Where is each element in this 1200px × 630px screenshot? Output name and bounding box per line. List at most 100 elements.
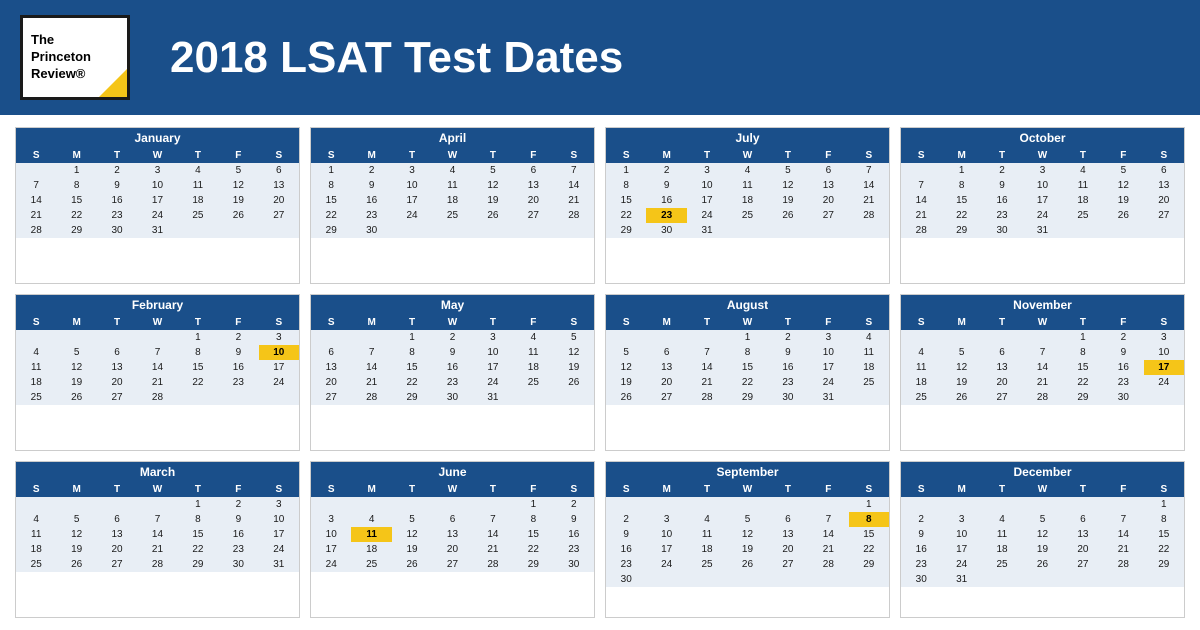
day-cell: 28 (351, 390, 391, 405)
day-cell: 17 (392, 193, 432, 208)
day-header-label: F (808, 482, 848, 497)
day-cell: 29 (941, 223, 981, 238)
day-headers-row: SMTWTFS (901, 482, 1184, 497)
day-cell: 20 (646, 375, 686, 390)
day-cell: 7 (137, 512, 177, 527)
day-cell: 7 (901, 178, 941, 193)
day-cell: 26 (1022, 557, 1062, 572)
day-cell (392, 223, 432, 238)
day-header-label: S (16, 482, 56, 497)
day-header-label: T (473, 315, 513, 330)
day-cell: 10 (808, 345, 848, 360)
day-header-label: S (16, 148, 56, 163)
calendar-december: DecemberSMTWTFS1234567891011121314151617… (900, 461, 1185, 618)
day-cell: 18 (901, 375, 941, 390)
day-cell: 7 (351, 345, 391, 360)
day-cell (727, 572, 767, 587)
day-cell (218, 223, 258, 238)
day-cell: 23 (97, 208, 137, 223)
day-cell: 1 (849, 497, 889, 512)
day-cell: 19 (56, 375, 96, 390)
day-cell (473, 223, 513, 238)
day-cell (1103, 223, 1143, 238)
calendar-february: FebruarySMTWTFS1234567891011121314151617… (15, 294, 300, 451)
day-cell: 28 (473, 557, 513, 572)
day-cell: 11 (16, 527, 56, 542)
day-header-label: T (982, 148, 1022, 163)
day-cell: 24 (137, 208, 177, 223)
day-cell: 23 (218, 542, 258, 557)
day-cell: 10 (137, 178, 177, 193)
day-cell: 10 (392, 178, 432, 193)
day-cell (808, 497, 848, 512)
day-cell (687, 572, 727, 587)
day-cell: 17 (259, 360, 299, 375)
day-cell: 13 (808, 178, 848, 193)
day-cell: 24 (473, 375, 513, 390)
day-header-label: S (1144, 315, 1184, 330)
day-cell: 7 (687, 345, 727, 360)
day-cell (178, 390, 218, 405)
day-cell: 31 (137, 223, 177, 238)
day-cell: 12 (56, 360, 96, 375)
day-cell: 4 (901, 345, 941, 360)
day-cell: 12 (941, 360, 981, 375)
day-cell: 21 (137, 375, 177, 390)
day-cell (808, 223, 848, 238)
day-headers-row: SMTWTFS (606, 148, 889, 163)
day-cell: 28 (16, 223, 56, 238)
day-cell: 22 (392, 375, 432, 390)
day-cell: 6 (768, 512, 808, 527)
day-cell: 9 (1103, 345, 1143, 360)
day-cell (606, 497, 646, 512)
day-cell: 19 (1103, 193, 1143, 208)
days-grid: 1234567891011121314151617181920212223242… (606, 497, 889, 587)
day-cell: 20 (513, 193, 553, 208)
day-cell: 4 (849, 330, 889, 345)
day-cell: 9 (768, 345, 808, 360)
month-title-august: August (606, 295, 889, 315)
day-cell: 13 (513, 178, 553, 193)
calendar-may: MaySMTWTFS123456789101112131415161718192… (310, 294, 595, 451)
day-cell: 19 (768, 193, 808, 208)
day-cell (473, 497, 513, 512)
day-cell: 18 (178, 193, 218, 208)
day-cell: 2 (982, 163, 1022, 178)
day-cell: 8 (849, 512, 889, 527)
month-title-may: May (311, 295, 594, 315)
month-title-june: June (311, 462, 594, 482)
day-cell: 1 (727, 330, 767, 345)
day-header-label: S (849, 315, 889, 330)
day-cell (1144, 390, 1184, 405)
day-header-label: M (941, 482, 981, 497)
day-cell: 16 (646, 193, 686, 208)
day-cell: 4 (178, 163, 218, 178)
day-cell: 1 (178, 497, 218, 512)
day-header-label: S (1144, 148, 1184, 163)
day-header-label: W (432, 315, 472, 330)
day-cell: 18 (849, 360, 889, 375)
day-header-label: M (351, 315, 391, 330)
day-cell: 27 (1144, 208, 1184, 223)
day-cell: 6 (432, 512, 472, 527)
day-cell: 23 (554, 542, 594, 557)
day-cell: 14 (687, 360, 727, 375)
day-cell: 8 (1063, 345, 1103, 360)
day-header-label: M (56, 148, 96, 163)
day-headers-row: SMTWTFS (901, 148, 1184, 163)
day-header-label: S (311, 315, 351, 330)
day-cell: 23 (1103, 375, 1143, 390)
day-cell: 25 (727, 208, 767, 223)
day-cell: 17 (473, 360, 513, 375)
day-cell: 25 (513, 375, 553, 390)
day-cell: 25 (901, 390, 941, 405)
day-header-label: S (849, 482, 889, 497)
day-cell: 2 (646, 163, 686, 178)
day-cell: 13 (97, 360, 137, 375)
day-cell: 23 (218, 375, 258, 390)
day-headers-row: SMTWTFS (606, 315, 889, 330)
day-header-label: T (178, 315, 218, 330)
day-cell: 11 (901, 360, 941, 375)
month-title-september: September (606, 462, 889, 482)
day-header-label: T (982, 315, 1022, 330)
